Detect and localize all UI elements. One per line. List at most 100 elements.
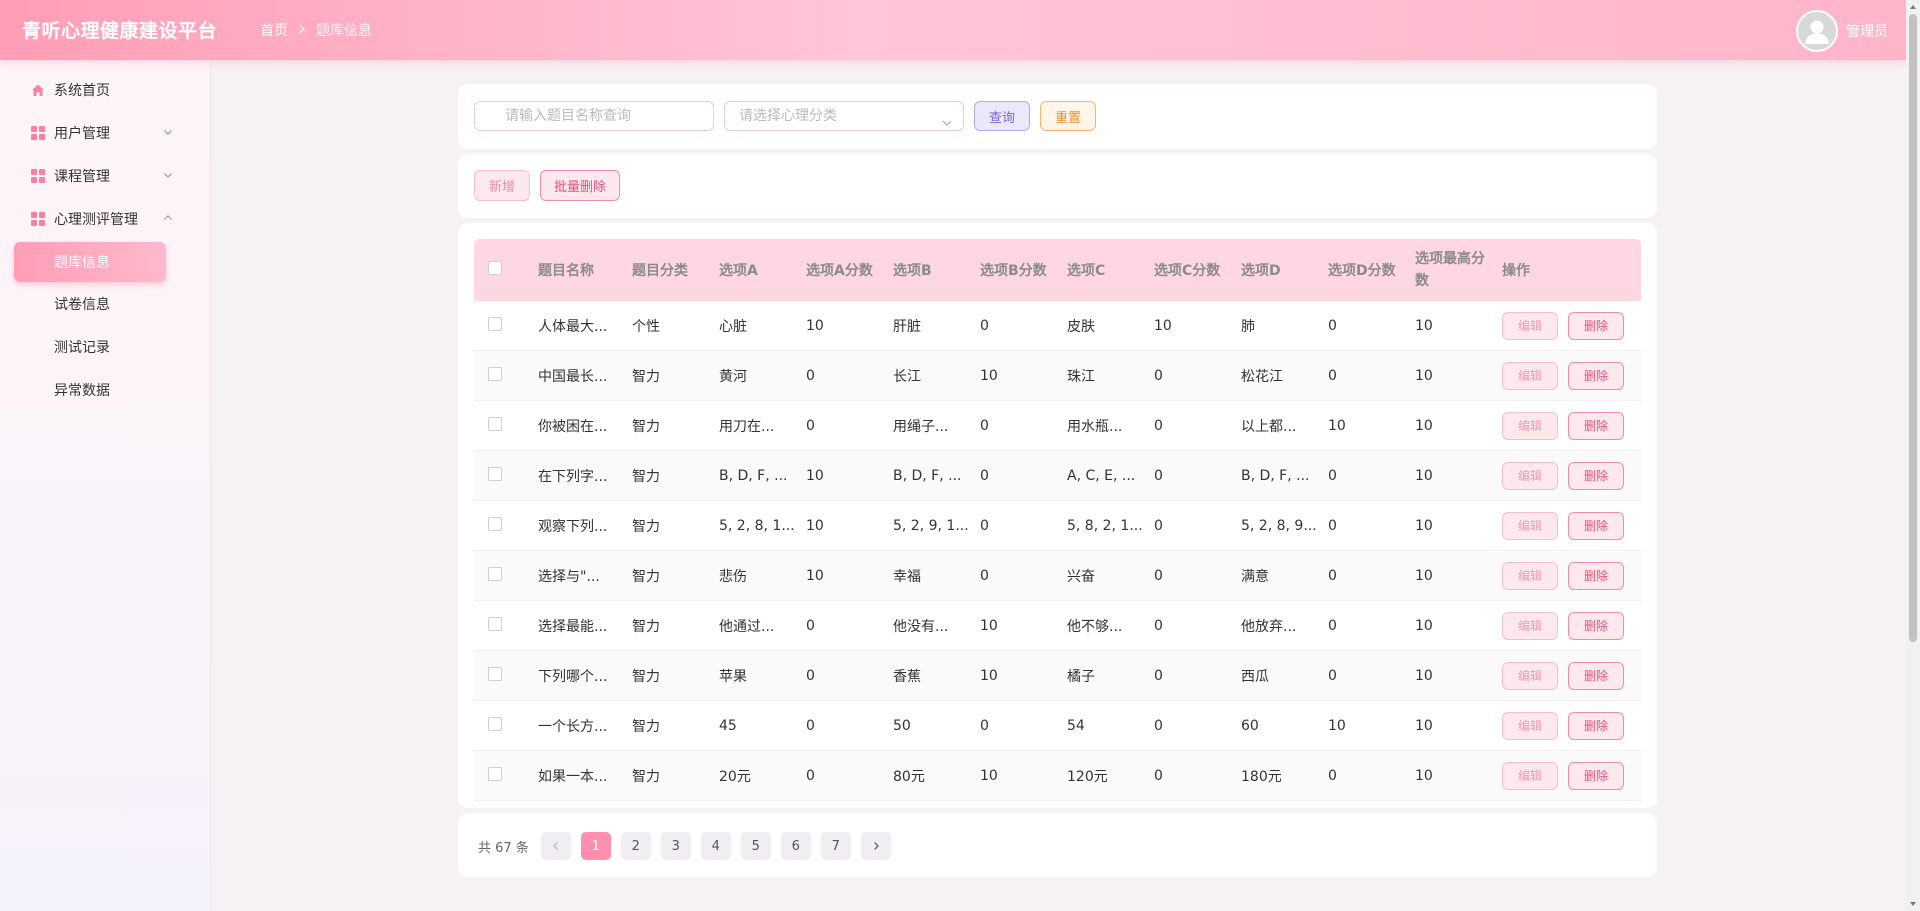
table-cell-name: 一个长方... <box>538 718 608 735</box>
table-cell-c: 皮肤 <box>1067 318 1095 335</box>
table-cell-d: 180元 <box>1241 768 1282 785</box>
row-checkbox[interactable] <box>474 566 526 585</box>
table-cell-c-score: 0 <box>1154 517 1163 534</box>
category-select[interactable]: 请选择心理分类 <box>724 101 964 131</box>
page-button[interactable]: 5 <box>740 832 771 860</box>
sidebar-subitem-abnormal-data[interactable]: 异常数据 <box>0 368 210 411</box>
delete-button[interactable]: 删除 <box>1568 561 1624 590</box>
delete-button[interactable]: 删除 <box>1568 461 1624 490</box>
edit-button[interactable]: 编辑 <box>1502 561 1558 590</box>
page-button[interactable]: 2 <box>620 832 651 860</box>
edit-button[interactable]: 编辑 <box>1502 361 1558 390</box>
table-cell-c: 兴奋 <box>1067 568 1095 585</box>
scroll-down-icon <box>1910 902 1916 906</box>
edit-button[interactable]: 编辑 <box>1502 761 1558 790</box>
scrollbar-thumb[interactable] <box>1909 14 1917 642</box>
table-cell-a: 黄河 <box>719 368 747 385</box>
row-checkbox[interactable] <box>474 466 526 485</box>
reset-button[interactable]: 重置 <box>1040 101 1096 131</box>
table-cell-max: 10 <box>1415 567 1433 584</box>
sidebar-item-assessment[interactable]: 心理测评管理 <box>0 197 210 240</box>
sidebar-item-courses[interactable]: 课程管理 <box>0 154 210 197</box>
edit-button[interactable]: 编辑 <box>1502 511 1558 540</box>
table-cell-c: 橘子 <box>1067 668 1095 685</box>
row-actions: 编辑 删除 <box>1490 561 1640 590</box>
column-header: 选项B <box>893 263 932 279</box>
table-cell-category: 智力 <box>632 618 660 635</box>
add-button[interactable]: 新增 <box>474 170 530 201</box>
edit-button[interactable]: 编辑 <box>1502 461 1558 490</box>
user-menu[interactable]: 管理员 <box>1796 10 1888 52</box>
next-page-button[interactable] <box>860 832 891 860</box>
table-cell-category: 智力 <box>632 718 660 735</box>
sidebar-subitem-test-records[interactable]: 测试记录 <box>0 325 210 368</box>
sidebar-subitem-question-bank[interactable]: 题库信息 <box>14 242 166 282</box>
delete-button[interactable]: 删除 <box>1568 661 1624 690</box>
table-cell-category: 智力 <box>632 518 660 535</box>
table-cell-a: 苹果 <box>719 668 747 685</box>
table-cell-max: 10 <box>1415 617 1433 634</box>
row-actions: 编辑 删除 <box>1490 711 1640 740</box>
column-header: 选项C分数 <box>1154 263 1221 279</box>
sidebar-subitem-papers[interactable]: 试卷信息 <box>0 282 210 325</box>
delete-button[interactable]: 删除 <box>1568 611 1624 640</box>
table-cell-a: 5, 2, 8, 1... <box>719 517 794 534</box>
user-name[interactable]: 管理员 <box>1846 21 1888 41</box>
breadcrumb-current: 题库信息 <box>316 23 372 39</box>
row-checkbox[interactable] <box>474 616 526 635</box>
table-cell-category: 个性 <box>632 318 660 335</box>
delete-button[interactable]: 删除 <box>1568 711 1624 740</box>
row-checkbox[interactable] <box>474 516 526 535</box>
row-checkbox[interactable] <box>474 766 526 785</box>
select-all-checkbox[interactable] <box>474 261 526 279</box>
table-cell-d: 他放弃... <box>1241 618 1297 635</box>
table-cell-b: 幸福 <box>893 568 921 585</box>
table-cell-c-score: 0 <box>1154 467 1163 484</box>
table-cell-name: 观察下列... <box>538 518 608 535</box>
column-header: 选项B分数 <box>980 263 1047 279</box>
table-cell-b: 用绳子... <box>893 418 949 435</box>
edit-button[interactable]: 编辑 <box>1502 711 1558 740</box>
page-button[interactable]: 7 <box>820 832 851 860</box>
table-panel: 题目名称 题目分类 选项A 选项A分数 选项B 选项B分数 选项C 选项C分数 … <box>458 223 1657 808</box>
table-cell-b-score: 10 <box>980 367 998 384</box>
delete-button[interactable]: 删除 <box>1568 311 1624 340</box>
grid-icon <box>30 211 46 227</box>
sidebar-item-home[interactable]: 系统首页 <box>0 68 210 111</box>
search-input[interactable]: 请输入题目名称查询 <box>474 101 714 131</box>
page-button[interactable]: 4 <box>700 832 731 860</box>
top-header: 青听心理健康建设平台 首页 题库信息 管理员 <box>0 0 1906 60</box>
table-cell-b: 肝脏 <box>893 318 921 335</box>
edit-button[interactable]: 编辑 <box>1502 661 1558 690</box>
page-button[interactable]: 6 <box>780 832 811 860</box>
delete-button[interactable]: 删除 <box>1568 411 1624 440</box>
edit-button[interactable]: 编辑 <box>1502 411 1558 440</box>
prev-page-button[interactable] <box>540 832 571 860</box>
batch-delete-button[interactable]: 批量删除 <box>540 170 620 201</box>
row-checkbox[interactable] <box>474 366 526 385</box>
breadcrumb: 首页 题库信息 <box>260 20 372 40</box>
edit-button[interactable]: 编辑 <box>1502 311 1558 340</box>
table-cell-b-score: 0 <box>980 317 989 334</box>
delete-button[interactable]: 删除 <box>1568 361 1624 390</box>
page-button[interactable]: 3 <box>660 832 691 860</box>
query-button[interactable]: 查询 <box>974 101 1030 131</box>
table-cell-max: 10 <box>1415 467 1433 484</box>
row-checkbox[interactable] <box>474 716 526 735</box>
delete-button[interactable]: 删除 <box>1568 511 1624 540</box>
row-checkbox[interactable] <box>474 666 526 685</box>
page-scrollbar[interactable] <box>1906 0 1920 911</box>
page-button[interactable]: 1 <box>580 832 611 860</box>
table-cell-a-score: 0 <box>806 667 815 684</box>
column-header: 题目名称 <box>538 263 594 279</box>
table-cell-a-score: 0 <box>806 767 815 784</box>
row-checkbox[interactable] <box>474 316 526 335</box>
table-body: 人体最大... 个性 心脏 10 肝脏 0 皮肤 10 肺 0 10 编辑 删除 中国最长... 智力 黄河 0… <box>474 301 1641 801</box>
sidebar-item-users[interactable]: 用户管理 <box>0 111 210 154</box>
avatar[interactable] <box>1796 10 1838 52</box>
row-checkbox[interactable] <box>474 416 526 435</box>
table-row: 选择最能... 智力 他通过... 0 他没有... 10 他不够... 0 他放弃... 0 10… <box>474 601 1641 651</box>
edit-button[interactable]: 编辑 <box>1502 611 1558 640</box>
delete-button[interactable]: 删除 <box>1568 761 1624 790</box>
breadcrumb-home[interactable]: 首页 <box>260 20 288 40</box>
